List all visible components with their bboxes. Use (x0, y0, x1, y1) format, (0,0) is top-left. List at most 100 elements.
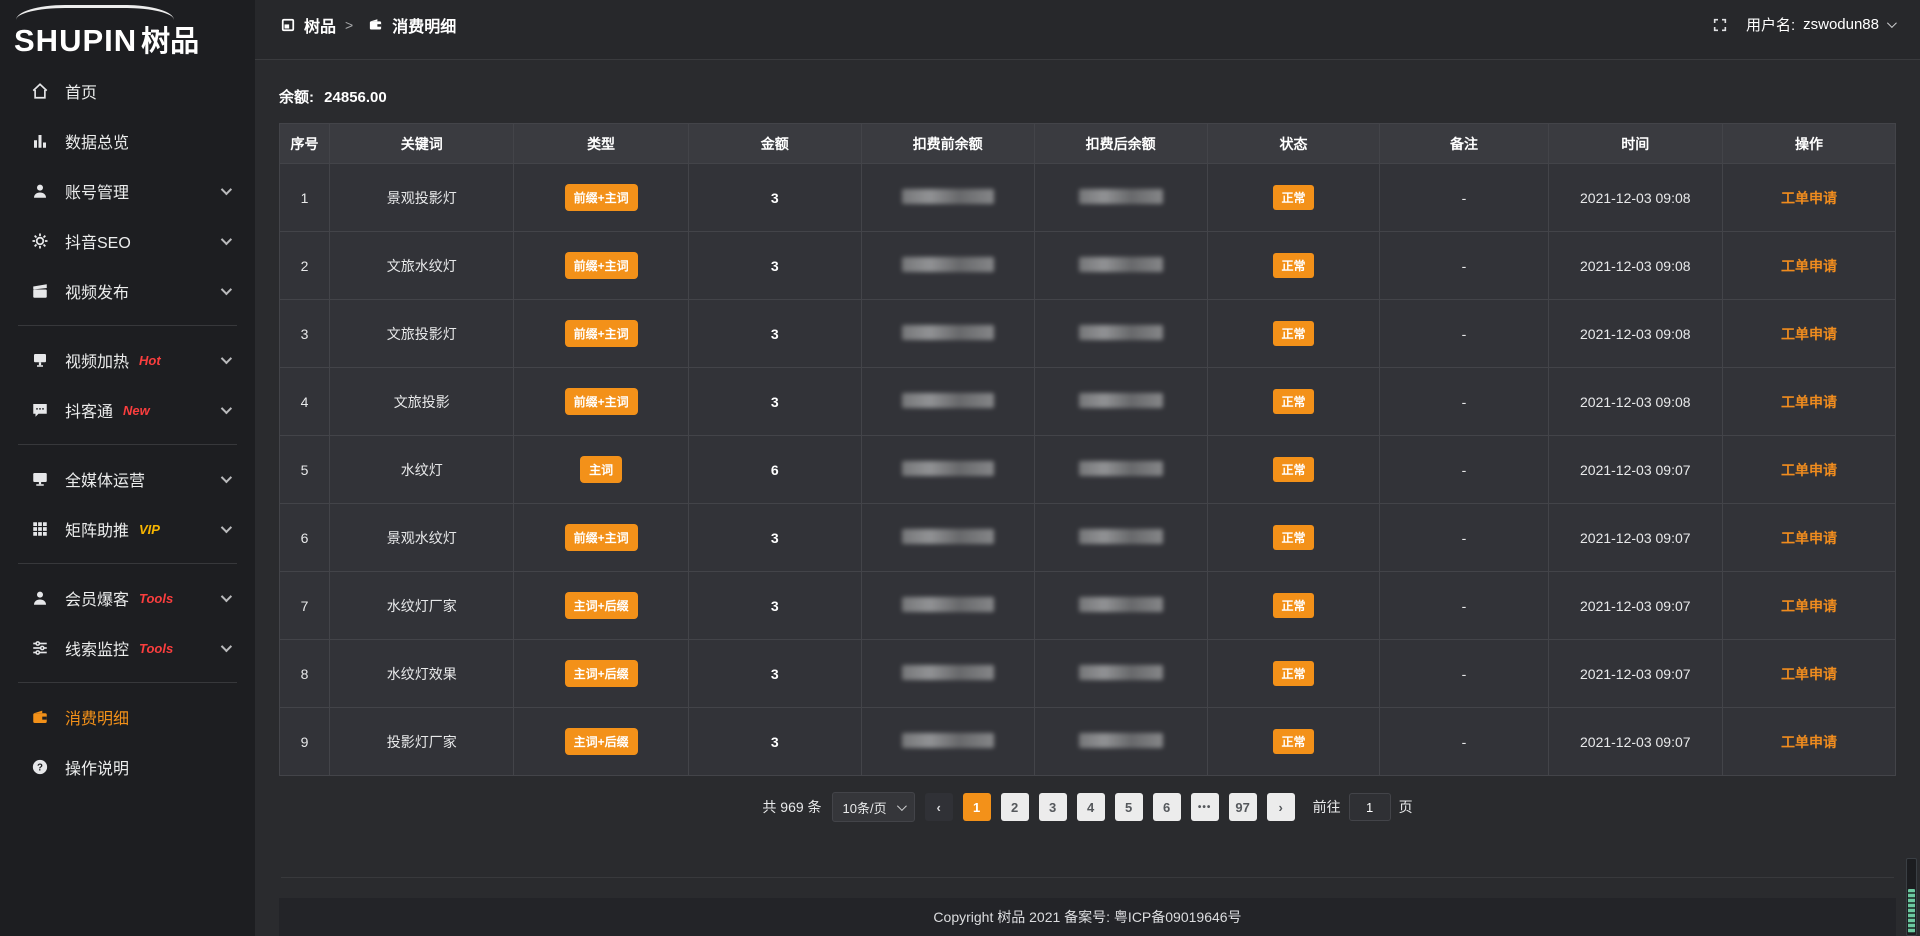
new-badge: New (123, 403, 150, 418)
sidebar-item-label: 抖音SEO (65, 229, 131, 253)
row-action: 工单申请 (1723, 164, 1896, 232)
goto-page-input[interactable] (1349, 793, 1391, 821)
consumption-table: 序号 关键词 类型 金额 扣费前余额 扣费后余额 状态 备注 时间 操作 1景观… (279, 123, 1896, 776)
row-remark: - (1380, 572, 1548, 640)
sidebar-item-consumption-detail[interactable]: 消费明细 (0, 692, 255, 742)
page-button-1[interactable]: 1 (963, 793, 991, 821)
sidebar-item-media-operation[interactable]: 全媒体运营 (0, 454, 255, 504)
sidebar-item-help[interactable]: ? 操作说明 (0, 742, 255, 792)
row-amount: 3 (688, 708, 861, 776)
balance-display: 余额: 24856.00 (279, 86, 1896, 107)
row-status: 正常 (1207, 708, 1380, 776)
row-time: 2021-12-03 09:08 (1548, 232, 1723, 300)
row-amount: 3 (688, 164, 861, 232)
sidebar-item-douketong[interactable]: 抖客通 New (0, 385, 255, 435)
row-type: 主词+后缀 (514, 708, 689, 776)
type-badge: 主词+后缀 (565, 728, 638, 755)
page-button-2[interactable]: 2 (1001, 793, 1029, 821)
app-logo[interactable]: SHUPIN树品 (0, 0, 255, 62)
row-action: 工单申请 (1723, 232, 1896, 300)
row-balance-before (861, 300, 1034, 368)
grid-icon (30, 520, 50, 538)
sidebar-item-member-burst[interactable]: 会员爆客 Tools (0, 573, 255, 623)
row-time: 2021-12-03 09:07 (1548, 640, 1723, 708)
sidebar-item-label: 线索监控 (65, 636, 129, 660)
redacted-balance-before (902, 461, 994, 476)
redacted-balance-before (902, 325, 994, 340)
page-ellipsis-button[interactable]: ••• (1191, 793, 1219, 821)
row-balance-before (861, 708, 1034, 776)
user-menu[interactable]: 用户名: zswodun88 (1746, 14, 1894, 35)
sidebar-item-video-heat[interactable]: 视频加热 Hot (0, 335, 255, 385)
row-time: 2021-12-03 09:07 (1548, 436, 1723, 504)
redacted-balance-after (1079, 733, 1163, 748)
page-button-6[interactable]: 6 (1153, 793, 1181, 821)
page-button-4[interactable]: 4 (1077, 793, 1105, 821)
footer: Copyright 树品 2021 备案号: 粤ICP备09019646号 (279, 877, 1896, 936)
sidebar-item-account-mgmt[interactable]: 账号管理 (0, 166, 255, 216)
col-header-type: 类型 (514, 124, 689, 164)
row-index: 7 (280, 572, 330, 640)
sidebar-divider (18, 325, 237, 326)
row-index: 2 (280, 232, 330, 300)
col-header-keyword: 关键词 (330, 124, 514, 164)
chevron-down-icon (221, 522, 232, 533)
username-label: 用户名: (1746, 14, 1795, 35)
row-action: 工单申请 (1723, 368, 1896, 436)
page-size-select[interactable]: 10条/页 (832, 792, 915, 822)
work-order-link[interactable]: 工单申请 (1781, 734, 1837, 750)
row-time: 2021-12-03 09:08 (1548, 368, 1723, 436)
sidebar-item-clue-monitor[interactable]: 线索监控 Tools (0, 623, 255, 673)
goto-suffix: 页 (1399, 797, 1413, 817)
sidebar-item-video-publish[interactable]: 视频发布 (0, 266, 255, 316)
work-order-link[interactable]: 工单申请 (1781, 258, 1837, 274)
fullscreen-icon[interactable] (1712, 17, 1728, 33)
row-balance-after (1034, 572, 1207, 640)
pagination-pages: 123456 ••• 97 (963, 793, 1257, 821)
work-order-link[interactable]: 工单申请 (1781, 530, 1837, 546)
vertical-scrollbar[interactable] (1906, 858, 1917, 936)
row-balance-after (1034, 708, 1207, 776)
sidebar-item-label: 操作说明 (65, 755, 129, 779)
footer-divider (281, 877, 1894, 878)
row-balance-after (1034, 368, 1207, 436)
logo-text-en: SHUPIN (14, 23, 137, 58)
work-order-link[interactable]: 工单申请 (1781, 394, 1837, 410)
work-order-link[interactable]: 工单申请 (1781, 326, 1837, 342)
sidebar-item-matrix-boost[interactable]: 矩阵助推 VIP (0, 504, 255, 554)
row-balance-after (1034, 164, 1207, 232)
sidebar-item-data-overview[interactable]: 数据总览 (0, 116, 255, 166)
sidebar-item-douyin-seo[interactable]: 抖音SEO (0, 216, 255, 266)
scrollbar-thumb[interactable] (1908, 889, 1915, 933)
breadcrumb-root[interactable]: 树品 (304, 13, 336, 37)
row-remark: - (1380, 164, 1548, 232)
work-order-link[interactable]: 工单申请 (1781, 666, 1837, 682)
balance-value: 24856.00 (324, 89, 387, 106)
row-keyword: 文旅投影 (330, 368, 514, 436)
breadcrumb-separator: > (345, 17, 353, 33)
chevron-down-icon (221, 472, 232, 483)
redacted-balance-after (1079, 597, 1163, 612)
monitor-icon (30, 470, 50, 488)
col-header-remark: 备注 (1380, 124, 1548, 164)
type-badge: 前缀+主词 (565, 320, 638, 347)
row-time: 2021-12-03 09:08 (1548, 300, 1723, 368)
row-balance-before (861, 368, 1034, 436)
status-badge: 正常 (1273, 593, 1313, 618)
next-page-button[interactable]: › (1267, 793, 1295, 821)
redacted-balance-before (902, 665, 994, 680)
work-order-link[interactable]: 工单申请 (1781, 190, 1837, 206)
work-order-link[interactable]: 工单申请 (1781, 462, 1837, 478)
logo-text-cn: 树品 (141, 26, 199, 58)
footer-bar: Copyright 树品 2021 备案号: 粤ICP备09019646号 (279, 898, 1896, 936)
question-icon: ? (30, 758, 50, 776)
row-action: 工单申请 (1723, 300, 1896, 368)
page-button-97[interactable]: 97 (1229, 793, 1257, 821)
row-time: 2021-12-03 09:07 (1548, 504, 1723, 572)
sidebar-item-home[interactable]: 首页 (0, 66, 255, 116)
vip-badge: VIP (139, 522, 160, 537)
work-order-link[interactable]: 工单申请 (1781, 598, 1837, 614)
page-button-3[interactable]: 3 (1039, 793, 1067, 821)
prev-page-button[interactable]: ‹ (925, 793, 953, 821)
page-button-5[interactable]: 5 (1115, 793, 1143, 821)
